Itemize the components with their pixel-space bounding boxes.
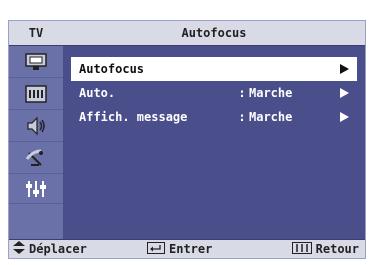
footer-bar: Déplacer Entrer Retour [9,239,365,258]
up-down-arrows-icon [13,241,25,257]
menu-item-label: Autofocus [79,62,145,76]
setup-icon[interactable] [9,174,63,204]
sound-icon[interactable] [9,78,63,110]
menu-item-label: Auto. [79,86,116,100]
menu-item-value: Marche [249,86,293,100]
menu-item-separator: : [238,110,246,124]
arrow-right-icon [339,88,349,98]
menu-item-label: Affich. message [79,110,188,124]
menu-item-separator: : [238,86,246,100]
menu-item-auto[interactable]: Auto. : Marche [71,81,357,105]
footer-back: Retour [291,241,359,257]
menu-item-autofocus[interactable]: Autofocus [71,57,357,81]
menu-item-affich-message[interactable]: Affich. message : Marche [71,105,357,129]
sidebar-title: TV [9,21,63,46]
menu-key-icon [291,241,312,257]
arrow-right-icon [339,64,349,74]
arrow-right-icon [339,112,349,122]
footer-back-label: Retour [315,242,359,256]
sidebar: TV [9,21,63,242]
menu-title: Autofocus [63,21,365,46]
picture-icon[interactable] [9,46,63,78]
footer-enter: Entrer [147,241,213,257]
footer-move-label: Déplacer [29,242,87,256]
speaker-icon[interactable] [9,110,63,142]
antenna-icon[interactable] [9,142,63,174]
footer-enter-label: Entrer [169,242,213,256]
menu-list: Autofocus Auto. : Marche Affich. message… [71,57,357,129]
enter-key-icon [147,241,165,257]
footer-move: Déplacer [13,241,87,257]
osd-menu-panel: TV Autofocus Autofocus Auto.: Marche Af… [8,20,366,259]
menu-item-value: Marche [249,110,293,124]
